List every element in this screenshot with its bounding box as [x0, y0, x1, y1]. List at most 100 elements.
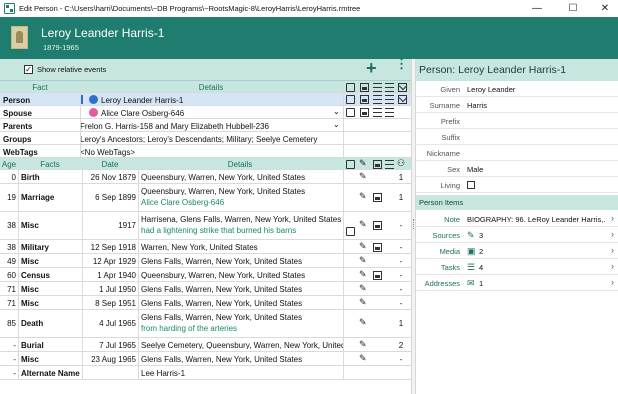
- event-age: 38: [7, 221, 16, 230]
- item-row-media[interactable]: Media ▣ 2 ›: [416, 243, 618, 259]
- event-date: 12 Sep 1918: [90, 243, 136, 252]
- item-chevron-icon: ›: [611, 277, 614, 287]
- facts-grid: Fact Details Person Leroy Leander Harris-1 S…: [0, 81, 411, 394]
- col-header-date[interactable]: Date: [82, 158, 138, 169]
- event-row[interactable]: - Burial 7 Jul 1965 Seelye Cemetery, Queens…: [0, 338, 411, 352]
- event-age: 49: [7, 257, 16, 266]
- close-button[interactable]: ✕: [590, 0, 618, 17]
- top-fact-label: Groups: [3, 135, 32, 144]
- media-icon: [373, 193, 382, 202]
- person-name: Leroy Leander Harris-1: [41, 26, 165, 40]
- pencil-icon: ✎: [467, 230, 475, 240]
- more-options-button[interactable]: ⋮: [395, 57, 408, 70]
- event-row[interactable]: 71 Misc 8 Sep 1951 Glens Falls, Warren, New…: [0, 296, 411, 310]
- event-row[interactable]: 19 Marriage 6 Sep 1899 Queensbury, Warren, …: [0, 184, 411, 212]
- grid-divider: [343, 81, 344, 158]
- event-place: Queensbury, Warren, New York, United Sta…: [141, 187, 306, 195]
- item-chevron-icon: ›: [611, 261, 614, 271]
- top-grid-row[interactable]: WebTags <No WebTags>: [0, 145, 411, 158]
- field-label: Given: [440, 85, 460, 94]
- show-relative-events-checkbox[interactable]: ✓: [24, 65, 33, 74]
- item-count: 4: [479, 263, 484, 272]
- note-icon: [346, 95, 355, 104]
- grid-divider: [343, 170, 344, 380]
- event-row[interactable]: 71 Misc 1 Jul 1950 Glens Falls, Warren, New…: [0, 282, 411, 296]
- field-label: Suffix: [441, 133, 460, 142]
- event-source-count: -: [399, 355, 403, 364]
- field-row-surname: Surname Harris: [416, 97, 618, 113]
- top-fact-label: Spouse: [3, 109, 32, 118]
- event-row[interactable]: 0 Birth 26 Nov 1879 Queensbury, Warren, New…: [0, 170, 411, 184]
- top-grid-row[interactable]: Person Leroy Leander Harris-1: [0, 93, 411, 106]
- event-place: Harrisena, Glens Falls, Warren, New York…: [141, 215, 342, 223]
- notes-column-icon: [346, 160, 355, 169]
- living-checkbox[interactable]: [467, 181, 475, 189]
- media-icon: [360, 108, 369, 117]
- event-fact: Military: [21, 243, 50, 252]
- edit-person-window: Edit Person - C:\Users\harri\Documents\~…: [0, 0, 618, 394]
- source-pencil-icon: ✎: [359, 353, 367, 363]
- event-row[interactable]: 38 Military 12 Sep 1918 Warren, New York, U…: [0, 240, 411, 254]
- item-row-sources[interactable]: Sources ✎ 3 ›: [416, 227, 618, 243]
- field-row-given: Given Leroy Leander: [416, 81, 618, 97]
- event-source-count: -: [399, 257, 403, 266]
- field-value-given[interactable]: Leroy Leander: [467, 85, 515, 94]
- event-age: -: [13, 369, 16, 378]
- col-header-details[interactable]: Details: [138, 158, 342, 169]
- event-age: -: [13, 341, 16, 350]
- event-age: 71: [7, 285, 16, 294]
- top-fact-details: Frelon G. Harris-158 and Mary Elizabeth …: [80, 122, 269, 131]
- field-value-sex[interactable]: Male: [467, 165, 483, 174]
- top-grid-row[interactable]: Groups Leroy's Ancestors; Leroy's Descend…: [0, 132, 411, 145]
- parents-dropdown-chevron-icon[interactable]: ⌄: [333, 119, 342, 131]
- event-age: 60: [7, 271, 16, 280]
- person-edit-panel: Person: Leroy Leander Harris-1 Given Lero…: [416, 59, 618, 394]
- field-row-suffix: Suffix: [416, 129, 618, 145]
- show-relative-events-label[interactable]: Show relative events: [37, 65, 106, 74]
- window-title: Edit Person - C:\Users\harri\Documents\~…: [19, 4, 361, 13]
- top-fact-details: Leroy's Ancestors; Leroy's Descendants; …: [80, 135, 318, 144]
- item-row-tasks[interactable]: Tasks ☰ 4 ›: [416, 259, 618, 275]
- event-row[interactable]: 38 Misc 1917 Harrisena, Glens Falls, Warren…: [0, 212, 411, 240]
- more-options-icon: ⋮: [395, 56, 408, 71]
- note-icon: [346, 108, 355, 117]
- source-pencil-icon: ✎: [359, 317, 367, 327]
- field-value-surname[interactable]: Harris: [467, 101, 487, 110]
- field-label: Living: [440, 181, 460, 190]
- event-place: Queensbury, Warren, New York, United Sta…: [141, 271, 306, 279]
- top-grid-row[interactable]: Spouse Alice Clare Osberg-646 ⌄: [0, 106, 411, 119]
- item-chevron-icon: ›: [611, 229, 614, 239]
- col-header-facts[interactable]: Facts: [18, 158, 82, 169]
- event-row[interactable]: 49 Misc 12 Apr 1929 Glens Falls, Warren, Ne…: [0, 254, 411, 268]
- person-photo[interactable]: [11, 26, 28, 49]
- source-pencil-icon: ✎: [359, 255, 367, 265]
- top-grid-header: Fact Details: [0, 81, 411, 93]
- source-pencil-icon: ✎: [359, 339, 367, 349]
- event-row[interactable]: 60 Census 1 Apr 1940 Queensbury, Warren, Ne…: [0, 268, 411, 282]
- event-row[interactable]: 85 Death 4 Jul 1965 Glens Falls, Warren, Ne…: [0, 310, 411, 338]
- grid-divider: [138, 170, 139, 380]
- col-header-details[interactable]: Details: [80, 81, 342, 92]
- grid-divider: [82, 170, 83, 380]
- field-label: Prefix: [440, 117, 460, 126]
- item-row-addresses[interactable]: Addresses ✉ 1 ›: [416, 275, 618, 291]
- event-fact: Marriage: [21, 193, 55, 202]
- top-grid-row[interactable]: Parents Frelon G. Harris-158 and Mary Eli…: [0, 119, 411, 132]
- task-icon: [373, 95, 382, 104]
- col-header-fact[interactable]: Fact: [0, 81, 80, 92]
- add-fact-button[interactable]: +: [366, 58, 377, 79]
- minimize-button[interactable]: —: [522, 0, 552, 17]
- maximize-button[interactable]: ☐: [558, 0, 588, 17]
- media-icon: [373, 221, 382, 230]
- tasks-column-icon: [385, 160, 394, 169]
- event-age: 0: [11, 173, 16, 182]
- item-count: 3: [479, 231, 484, 240]
- media-icon: [373, 271, 382, 280]
- col-header-age[interactable]: Age: [0, 158, 18, 169]
- source-pencil-icon: ✎: [359, 241, 367, 251]
- spouse-dropdown-chevron-icon[interactable]: ⌄: [333, 106, 342, 118]
- note-item-row[interactable]: Note BIOGRAPHY: 96. LeRoy Leander Harris,…: [416, 211, 618, 227]
- event-row[interactable]: - Alternate Name Lee Harris-1: [0, 366, 411, 380]
- person-column-icon: ⚇: [397, 158, 406, 168]
- event-row[interactable]: - Misc 23 Aug 1965 Glens Falls, Warren, New…: [0, 352, 411, 366]
